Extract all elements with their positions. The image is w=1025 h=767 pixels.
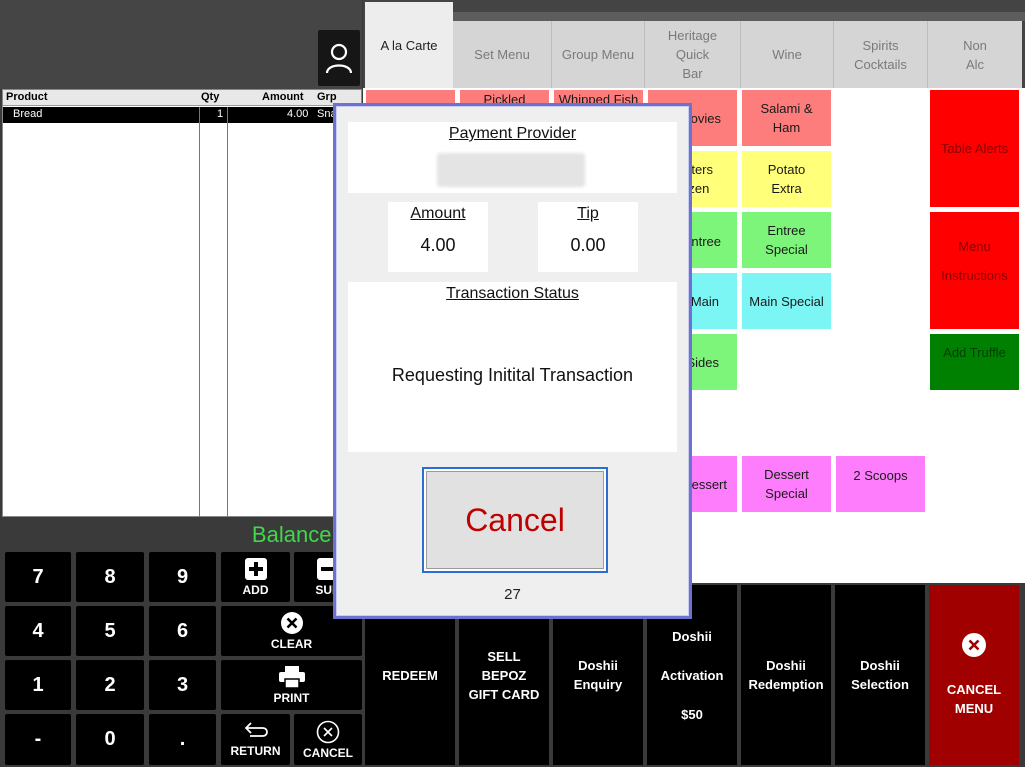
col-qty: Qty — [201, 91, 220, 103]
transaction-status-panel: Transaction Status Requesting Initital T… — [348, 282, 677, 452]
tab-wine[interactable]: Wine — [741, 21, 834, 88]
order-header-area — [0, 0, 362, 89]
close-icon — [962, 633, 986, 657]
menu-instructions-line1: Menu — [958, 239, 991, 254]
tip-panel: Tip 0.00 — [538, 202, 638, 272]
key-5[interactable]: 5 — [76, 606, 144, 656]
key-7[interactable]: 7 — [5, 552, 71, 602]
cancel-menu-label: CANCEL MENU — [946, 682, 1002, 716]
col-amount: Amount — [262, 91, 304, 103]
balance-display: Balance: 4. — [0, 517, 362, 550]
key-4[interactable]: 4 — [5, 606, 71, 656]
column-divider — [199, 107, 200, 517]
tab-a-la-carte[interactable]: A la Carte — [365, 2, 453, 88]
menu-item-entree-special[interactable]: Entree Special — [742, 212, 831, 268]
doshii-activation-line1: Doshii — [672, 628, 712, 644]
payment-dialog: Payment Provider Amount 4.00 Tip 0.00 Tr… — [333, 103, 692, 619]
countdown-timer: 27 — [504, 586, 521, 603]
printer-icon — [278, 666, 305, 689]
tip-label: Tip — [577, 205, 599, 222]
tab-spirits-cocktails[interactable]: Spirits Cocktails — [834, 21, 928, 88]
clear-icon — [280, 612, 303, 634]
payment-provider-panel: Payment Provider — [348, 122, 677, 193]
key-8[interactable]: 8 — [76, 552, 144, 602]
doshii-activation-line3: $50 — [681, 706, 703, 722]
clear-label: CLEAR — [270, 637, 313, 651]
tip-value: 0.00 — [570, 235, 606, 255]
amount-panel: Amount 4.00 — [388, 202, 488, 272]
cancel-item-button[interactable]: CANCEL — [294, 714, 362, 765]
transaction-status-title: Transaction Status — [446, 285, 579, 302]
print-button[interactable]: PRINT — [221, 660, 362, 710]
cancel-transaction-button[interactable]: Cancel — [422, 467, 608, 573]
column-divider — [227, 107, 228, 517]
menu-item-2-scoops[interactable]: 2 Scoops — [836, 456, 925, 512]
tab-set-menu[interactable]: Set Menu — [453, 21, 552, 88]
add-label: ADD — [242, 583, 269, 597]
plus-icon — [244, 558, 267, 580]
menu-instructions-line2: Instructions — [941, 268, 1008, 283]
return-label: RETURN — [230, 743, 281, 758]
return-button[interactable]: RETURN — [221, 714, 290, 765]
cancel-item-label: CANCEL — [303, 745, 353, 760]
key-9[interactable]: 9 — [149, 552, 216, 602]
transaction-status-text: Requesting Initital Transaction — [391, 365, 634, 385]
key-6[interactable]: 6 — [149, 606, 216, 656]
tab-bar-strip — [453, 12, 1025, 21]
key-dot[interactable]: . — [149, 714, 216, 765]
return-icon — [244, 721, 268, 737]
col-product: Product — [6, 91, 48, 103]
menu-instructions-button[interactable]: Menu Instructions — [930, 212, 1019, 329]
add-button[interactable]: ADD — [221, 552, 290, 602]
doshii-activation-line2: Activation — [660, 667, 724, 683]
order-list[interactable]: Product Qty Amount Grp Bread 1 4.00 Sna — [2, 89, 362, 517]
add-truffle-button[interactable]: Add Truffle — [930, 334, 1019, 390]
row-amount: 4.00 — [287, 108, 309, 120]
user-icon — [325, 43, 353, 74]
key-minus[interactable]: - — [5, 714, 71, 765]
tab-heritage-quick-bar[interactable]: Heritage Quick Bar — [645, 21, 741, 88]
key-0[interactable]: 0 — [76, 714, 144, 765]
doshii-selection-button[interactable]: Doshii Selection — [835, 585, 925, 765]
tab-group-menu[interactable]: Group Menu — [552, 21, 645, 88]
key-3[interactable]: 3 — [149, 660, 216, 710]
menu-item-dessert-special[interactable]: Dessert Special — [742, 456, 831, 512]
menu-item-potato-extra[interactable]: Potato Extra — [742, 151, 831, 207]
amount-label: Amount — [410, 205, 466, 222]
cancel-circle-icon — [316, 720, 340, 743]
cancel-menu-button[interactable]: CANCEL MENU — [929, 585, 1019, 765]
user-button[interactable] — [318, 30, 360, 86]
print-label: PRINT — [273, 691, 310, 705]
tab-non-alc[interactable]: Non Alc — [928, 21, 1022, 88]
menu-item-main-special[interactable]: Main Special — [742, 273, 831, 329]
payment-provider-title: Payment Provider — [448, 125, 577, 142]
menu-item-salami-ham[interactable]: Salami & Ham — [742, 90, 831, 146]
order-table-header: Product Qty Amount Grp — [3, 90, 361, 106]
row-product: Bread — [13, 108, 43, 120]
table-alerts-button[interactable]: Table Alerts — [930, 90, 1019, 207]
amount-value: 4.00 — [420, 235, 456, 255]
key-1[interactable]: 1 — [5, 660, 71, 710]
col-grp: Grp — [317, 91, 337, 103]
key-2[interactable]: 2 — [76, 660, 144, 710]
row-qty: 1 — [217, 108, 224, 120]
payment-provider-redacted — [437, 153, 585, 187]
doshii-redemption-button[interactable]: Doshii Redemption — [741, 585, 831, 765]
table-row[interactable]: Bread 1 4.00 Sna — [3, 107, 361, 123]
